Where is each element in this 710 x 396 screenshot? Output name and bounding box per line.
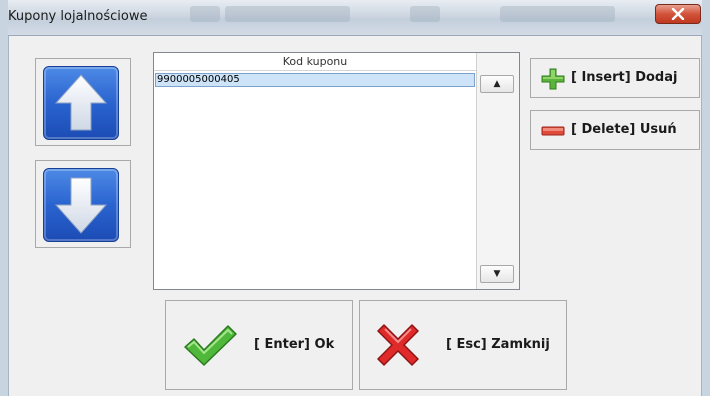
background-blur <box>500 6 615 22</box>
list-item[interactable]: 9900005000405 <box>155 73 475 87</box>
plus-icon <box>541 68 565 90</box>
arrow-up-icon <box>54 74 108 131</box>
background-blur <box>410 6 440 22</box>
close-dialog-label: [ Esc] Zamknij <box>446 337 550 352</box>
minus-icon <box>541 126 565 136</box>
cross-icon <box>377 324 419 366</box>
window-title: Kupony lojalnościowe <box>8 9 148 24</box>
move-up-tile <box>43 66 119 140</box>
dialog-window: Kupony lojalnościowe Kod kuponu 99000050… <box>0 0 710 396</box>
ok-button[interactable]: [ Enter] Ok <box>165 300 353 390</box>
background-blur <box>190 6 220 22</box>
column-header-coupon-code[interactable]: Kod kuponu <box>154 53 476 71</box>
checkmark-icon <box>184 325 237 366</box>
scroll-up-icon: ▲ <box>493 79 501 89</box>
window-close-button[interactable] <box>655 4 701 24</box>
close-dialog-button[interactable]: [ Esc] Zamknij <box>359 300 567 390</box>
coupon-list[interactable]: Kod kuponu 9900005000405 ▲ ▼ <box>153 52 520 290</box>
background-blur <box>225 6 350 22</box>
move-up-button[interactable] <box>35 58 131 146</box>
delete-coupon-button[interactable]: [ Delete] Usuń <box>530 110 700 150</box>
dialog-body: Kod kuponu 9900005000405 ▲ ▼ [ Insert] D… <box>8 36 702 396</box>
scroll-down-button[interactable]: ▼ <box>480 265 514 283</box>
vertical-scrollbar[interactable]: ▲ ▼ <box>476 53 519 289</box>
move-down-button[interactable] <box>35 160 131 248</box>
add-coupon-label: [ Insert] Dodaj <box>571 70 678 85</box>
title-bar: Kupony lojalnościowe <box>0 0 710 36</box>
scroll-up-button[interactable]: ▲ <box>480 75 514 93</box>
scroll-down-icon: ▼ <box>493 269 501 279</box>
add-coupon-button[interactable]: [ Insert] Dodaj <box>530 58 700 98</box>
close-icon <box>671 8 685 20</box>
move-down-tile <box>43 168 119 242</box>
arrow-down-icon <box>54 177 108 234</box>
delete-coupon-label: [ Delete] Usuń <box>571 122 677 137</box>
ok-label: [ Enter] Ok <box>254 337 335 352</box>
